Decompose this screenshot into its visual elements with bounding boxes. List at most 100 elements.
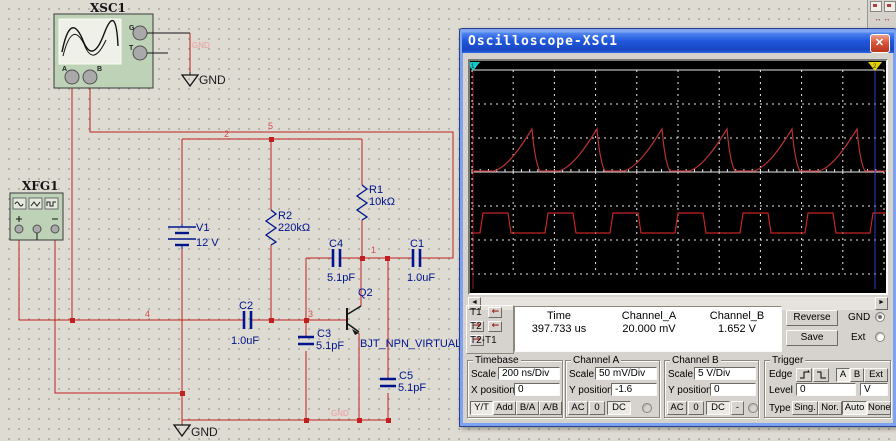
channel-a-title: Channel A xyxy=(571,355,621,366)
ba-mode-button[interactable]: B/A xyxy=(516,401,539,415)
c3-capacitor[interactable] xyxy=(298,337,314,344)
r2-value: 220kΩ xyxy=(278,222,310,234)
net-label-1: 1 xyxy=(371,245,376,255)
scroll-right-button[interactable]: ► xyxy=(875,297,888,310)
timebase-scale-input[interactable]: 200 ns/Div xyxy=(498,367,560,380)
channel-a-radio xyxy=(642,403,652,413)
c4-ref: C4 xyxy=(329,238,343,250)
wire-set[interactable] xyxy=(19,33,453,425)
channel-b-zero-button[interactable]: 0 xyxy=(688,401,704,415)
xfg1-instrument-icon[interactable] xyxy=(10,193,63,240)
channel-a-value: 20.000 mV xyxy=(603,323,695,336)
ext-radio[interactable] xyxy=(875,332,885,342)
trigger-auto-button[interactable]: Auto xyxy=(842,401,867,415)
c5-capacitor[interactable] xyxy=(380,379,396,386)
channel-b-minus-button[interactable]: - xyxy=(731,401,744,415)
gnd-symbol-top[interactable] xyxy=(182,72,198,86)
r1-resistor[interactable] xyxy=(357,185,367,220)
falling-edge-button[interactable] xyxy=(813,368,829,382)
t2-t1-label: T2-T1 xyxy=(470,335,497,346)
cursor-2[interactable]: 2 xyxy=(868,62,882,289)
terminal-g[interactable] xyxy=(133,26,147,40)
trigger-type-label: Type xyxy=(769,403,791,414)
channel-b-trace xyxy=(472,213,886,233)
reverse-button-label: Reverse xyxy=(793,312,830,323)
t1-label: T1 xyxy=(470,307,482,318)
terminal-a[interactable] xyxy=(65,70,79,84)
timebase-xpos-input[interactable]: 0 xyxy=(514,383,560,396)
channel-a-ac-button[interactable]: AC xyxy=(568,401,588,415)
channel-a-group: Channel A Scale 50 mV/Div Y position -1.… xyxy=(565,360,660,418)
control-groups: Timebase Scale 200 ns/Div X position 0 Y… xyxy=(465,358,891,421)
reverse-button[interactable]: Reverse xyxy=(786,310,838,326)
cursor-1[interactable]: 1 xyxy=(470,62,480,289)
xfg1-label: XFG1 xyxy=(22,179,58,193)
channel-b-scale-input[interactable]: 5 V/Div xyxy=(694,367,756,380)
toolbar-icon[interactable] xyxy=(884,1,896,12)
r2-resistor[interactable] xyxy=(266,210,276,245)
channel-b-ac-button[interactable]: AC xyxy=(667,401,687,415)
yt-mode-button[interactable]: Y/T xyxy=(470,401,493,415)
trigger-sing-button[interactable]: Sing. xyxy=(792,401,818,415)
xsc1-instrument-icon[interactable] xyxy=(54,14,190,88)
channel-a-zero-button[interactable]: 0 xyxy=(589,401,605,415)
add-mode-button[interactable]: Add xyxy=(493,401,516,415)
c1-ref: C1 xyxy=(410,238,424,250)
channel-b-ypos-input[interactable]: 0 xyxy=(710,383,756,396)
trigger-none-button[interactable]: None xyxy=(867,401,891,415)
trigger-ext-button[interactable]: Ext xyxy=(864,368,888,382)
ext-option-label: Ext xyxy=(851,332,865,343)
gnd-option-label: GND xyxy=(848,312,870,323)
c3-ref: C3 xyxy=(317,328,331,340)
r1-value: 10kΩ xyxy=(369,196,395,208)
trigger-nor-button[interactable]: Nor. xyxy=(818,401,842,415)
close-button[interactable]: ✕ xyxy=(870,34,890,53)
channel-a-ypos-input[interactable]: -1.6 xyxy=(611,383,657,396)
terminal-plus[interactable] xyxy=(15,225,23,233)
timebase-title: Timebase xyxy=(473,355,521,366)
trigger-level-unit-select[interactable]: V xyxy=(860,383,888,396)
gnd-symbol-bottom[interactable] xyxy=(174,425,190,436)
toolbar-arrows: ↔ ↔ xyxy=(868,16,896,24)
terminal-b[interactable] xyxy=(83,70,97,84)
r1-ref: R1 xyxy=(369,184,383,196)
time-value: 397.733 us xyxy=(515,323,603,336)
q2-model: BJT_NPN_VIRTUAL xyxy=(360,338,461,350)
scope-client-area: 1 2 ◄ ► T1 ←→ T2 ←→ xyxy=(463,53,893,423)
q2-ref: Q2 xyxy=(358,287,373,299)
c2-capacitor[interactable] xyxy=(244,311,251,329)
channel-b-dc-button[interactable]: DC xyxy=(706,401,730,415)
falling-edge-icon xyxy=(816,370,827,380)
rising-edge-button[interactable] xyxy=(796,368,812,382)
titlebar[interactable]: Oscilloscope-XSC1 ✕ xyxy=(462,31,894,53)
trigger-a-button[interactable]: A xyxy=(836,368,850,382)
q2-transistor[interactable] xyxy=(347,306,361,335)
trigger-b-button[interactable]: B xyxy=(850,368,864,382)
trigger-group: Trigger Edge A B Ext Level 0 V Type Sing xyxy=(764,360,891,418)
c2-ref: C2 xyxy=(239,300,253,312)
c3-value: 5.1pF xyxy=(316,340,344,352)
terminal-t[interactable] xyxy=(133,46,147,60)
channel-a-scale-input[interactable]: 50 mV/Div xyxy=(595,367,657,380)
save-button[interactable]: Save xyxy=(786,330,838,346)
v1-battery[interactable] xyxy=(168,224,196,249)
net-label-2: 2 xyxy=(224,129,229,139)
c1-capacitor[interactable] xyxy=(413,249,420,267)
terminal-common[interactable] xyxy=(33,225,41,233)
toolbar-icon[interactable] xyxy=(870,1,882,12)
trigger-level-input[interactable]: 0 xyxy=(796,383,856,396)
ab-mode-button[interactable]: A/B xyxy=(539,401,562,415)
terminal-minus[interactable] xyxy=(51,225,59,233)
gnd-radio[interactable] xyxy=(875,312,885,322)
trigger-title: Trigger xyxy=(770,355,805,366)
channel-a-dc-button[interactable]: DC xyxy=(607,401,631,415)
c4-capacitor[interactable] xyxy=(333,249,340,267)
time-column-header: Time xyxy=(515,310,603,323)
c5-value: 5.1pF xyxy=(398,382,426,394)
net-label-5: 5 xyxy=(268,121,273,131)
t1-left-button[interactable]: ← xyxy=(488,307,502,318)
v1-value: 12 V xyxy=(196,237,219,249)
channel-a-ypos-label: Y position xyxy=(569,385,613,396)
r2-ref: R2 xyxy=(278,210,292,222)
t2-left-button[interactable]: ← xyxy=(488,321,502,332)
